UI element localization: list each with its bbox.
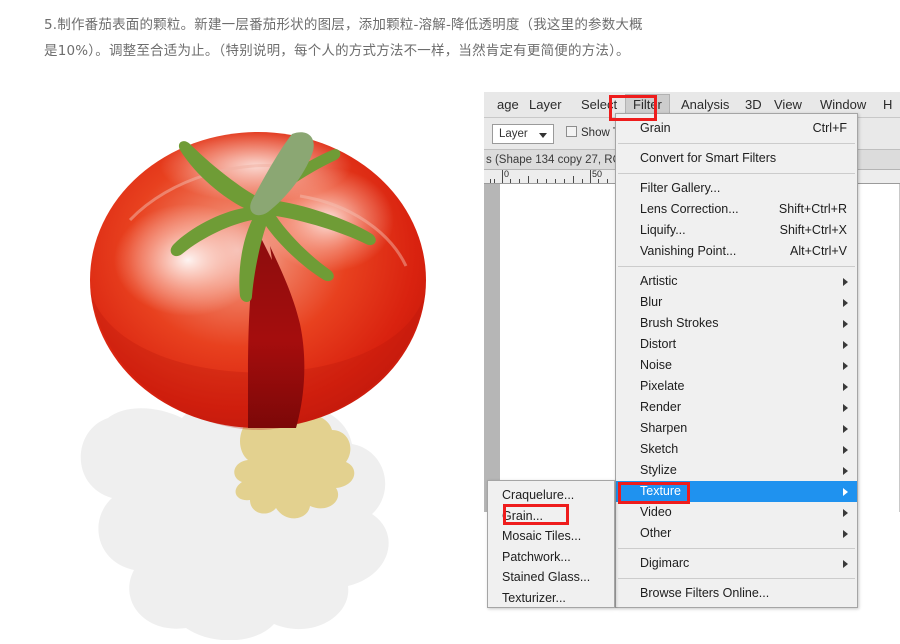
menu-item-noise[interactable]: Noise [616, 355, 857, 376]
menu-item-grain[interactable]: Grain Ctrl+F [616, 118, 857, 139]
menu-item-other-label: Other [640, 526, 672, 540]
chevron-right-icon [843, 278, 848, 286]
screenshot-root: 5.制作番茄表面的颗粒。新建一层番茄形状的图层，添加颗粒-溶解-降低透明度（我这… [0, 0, 900, 644]
menu-item-sharpen-label: Sharpen [640, 421, 688, 435]
menu-separator [618, 143, 855, 144]
menu-item-distort-label: Distort [640, 337, 677, 351]
ruler-label-0: 0 [504, 170, 510, 179]
submenu-item-texturizer-label: Texturizer... [502, 590, 566, 605]
chevron-down-icon [539, 133, 547, 138]
chevron-right-icon [843, 425, 848, 433]
menu-item-filter-gallery[interactable]: Filter Gallery... [616, 178, 857, 199]
show-transform-checkbox[interactable]: Show T [566, 126, 620, 139]
chevron-right-icon [843, 446, 848, 454]
caption-line-2: 是10%）。调整至合适为止。（特别说明，每个人的方式方法不一样，当然肯定有更简便… [44, 43, 630, 59]
chevron-right-icon [843, 299, 848, 307]
submenu-item-grain-label: Grain... [502, 508, 543, 523]
chevron-right-icon [843, 341, 848, 349]
menu-item-render-label: Render [640, 400, 681, 414]
menu-separator [618, 548, 855, 549]
submenu-item-craquelure-label: Craquelure... [502, 488, 575, 502]
menu-item-liquify-label: Liquify... [640, 223, 686, 237]
menu-separator [618, 266, 855, 267]
layer-select-dropdown[interactable]: Layer [492, 124, 554, 144]
layer-select-value: Layer [499, 128, 528, 140]
chevron-right-icon [843, 509, 848, 517]
menu-item-video-label: Video [640, 505, 672, 519]
filter-dropdown-menu: Grain Ctrl+F Convert for Smart Filters F… [615, 113, 858, 608]
menu-item-lens-correction-accel: Shift+Ctrl+R [778, 202, 847, 216]
chevron-right-icon [843, 488, 848, 496]
menu-item-blur[interactable]: Blur [616, 292, 857, 313]
submenu-item-patchwork-label: Patchwork... [502, 549, 571, 564]
canvas-gutter [484, 184, 500, 512]
menu-item-distort[interactable]: Distort [616, 334, 857, 355]
menu-item-vanishing-point-label: Vanishing Point... [640, 244, 737, 258]
menu-item-other[interactable]: Other [616, 523, 857, 544]
menu-item-brush-strokes-label: Brush Strokes [640, 316, 719, 330]
chevron-right-icon [843, 404, 848, 412]
menu-separator [618, 578, 855, 579]
tomato-illustration [60, 100, 480, 640]
menu-item-browse-filters-online[interactable]: Browse Filters Online... [616, 583, 857, 604]
menu-item-vanishing-point-accel: Alt+Ctrl+V [790, 244, 847, 258]
menu-item-sketch-label: Sketch [640, 442, 679, 456]
menu-item-stylize-label: Stylize [640, 463, 677, 477]
chevron-right-icon [843, 560, 848, 568]
menu-item-liquify-accel: Shift+Ctrl+X [779, 223, 847, 237]
menu-item-filter-gallery-label: Filter Gallery... [640, 181, 721, 195]
submenu-item-grain[interactable]: Grain... [488, 506, 614, 527]
submenu-item-mosaic-tiles[interactable]: Mosaic Tiles... [488, 526, 614, 547]
chevron-right-icon [843, 320, 848, 328]
menu-item-brush-strokes[interactable]: Brush Strokes [616, 313, 857, 334]
submenu-item-stained-glass[interactable]: Stained Glass... [488, 567, 614, 588]
menu-item-sketch[interactable]: Sketch [616, 439, 857, 460]
menu-item-pixelate-label: Pixelate [640, 379, 685, 393]
menubar-item-help[interactable]: H [876, 94, 899, 116]
menu-item-sharpen[interactable]: Sharpen [616, 418, 857, 439]
submenu-item-mosaic-tiles-label: Mosaic Tiles... [502, 529, 582, 543]
menu-item-pixelate[interactable]: Pixelate [616, 376, 857, 397]
menu-item-artistic[interactable]: Artistic [616, 271, 857, 292]
chevron-right-icon [843, 530, 848, 538]
menu-item-artistic-label: Artistic [640, 274, 678, 288]
submenu-item-stained-glass-label: Stained Glass... [502, 570, 591, 584]
submenu-item-craquelure[interactable]: Craquelure... [488, 485, 614, 506]
submenu-item-patchwork[interactable]: Patchwork... [488, 547, 614, 568]
menu-separator [618, 173, 855, 174]
chevron-right-icon [843, 362, 848, 370]
menu-item-grain-label: Grain [640, 121, 671, 135]
menu-item-convert-for-smart-filters[interactable]: Convert for Smart Filters [616, 148, 857, 169]
menu-item-stylize[interactable]: Stylize [616, 460, 857, 481]
menu-item-lens-correction[interactable]: Lens Correction... Shift+Ctrl+R [616, 199, 857, 220]
menubar-item-layer[interactable]: Layer [522, 94, 569, 116]
caption-text: 5.制作番茄表面的颗粒。新建一层番茄形状的图层，添加颗粒-溶解-降低透明度（我这… [44, 12, 874, 64]
chevron-right-icon [843, 467, 848, 475]
show-transform-label: Show T [581, 127, 620, 139]
caption-line-1: 5.制作番茄表面的颗粒。新建一层番茄形状的图层，添加颗粒-溶解-降低透明度（我这… [44, 17, 643, 33]
chevron-right-icon [843, 383, 848, 391]
menu-item-vanishing-point[interactable]: Vanishing Point... Alt+Ctrl+V [616, 241, 857, 262]
menu-item-lens-correction-label: Lens Correction... [640, 202, 739, 216]
checkbox-icon[interactable] [566, 126, 577, 137]
menu-item-texture[interactable]: Texture [616, 481, 857, 502]
menu-item-render[interactable]: Render [616, 397, 857, 418]
menu-item-noise-label: Noise [640, 358, 672, 372]
menu-item-texture-label: Texture [640, 484, 681, 498]
texture-submenu: Craquelure... Grain... Mosaic Tiles... P… [487, 480, 615, 608]
submenu-item-texturizer[interactable]: Texturizer... [488, 588, 614, 609]
menu-item-blur-label: Blur [640, 295, 663, 309]
ruler-label-50: 50 [592, 170, 603, 179]
menu-item-grain-accel: Ctrl+F [812, 121, 847, 135]
menubar-item-image[interactable]: age [490, 94, 526, 116]
menu-item-convert-label: Convert for Smart Filters [640, 151, 777, 165]
menu-item-digimarc-label: Digimarc [640, 556, 690, 570]
menu-item-liquify[interactable]: Liquify... Shift+Ctrl+X [616, 220, 857, 241]
menu-item-digimarc[interactable]: Digimarc [616, 553, 857, 574]
menu-item-browse-filters-label: Browse Filters Online... [640, 586, 770, 600]
menu-item-video[interactable]: Video [616, 502, 857, 523]
